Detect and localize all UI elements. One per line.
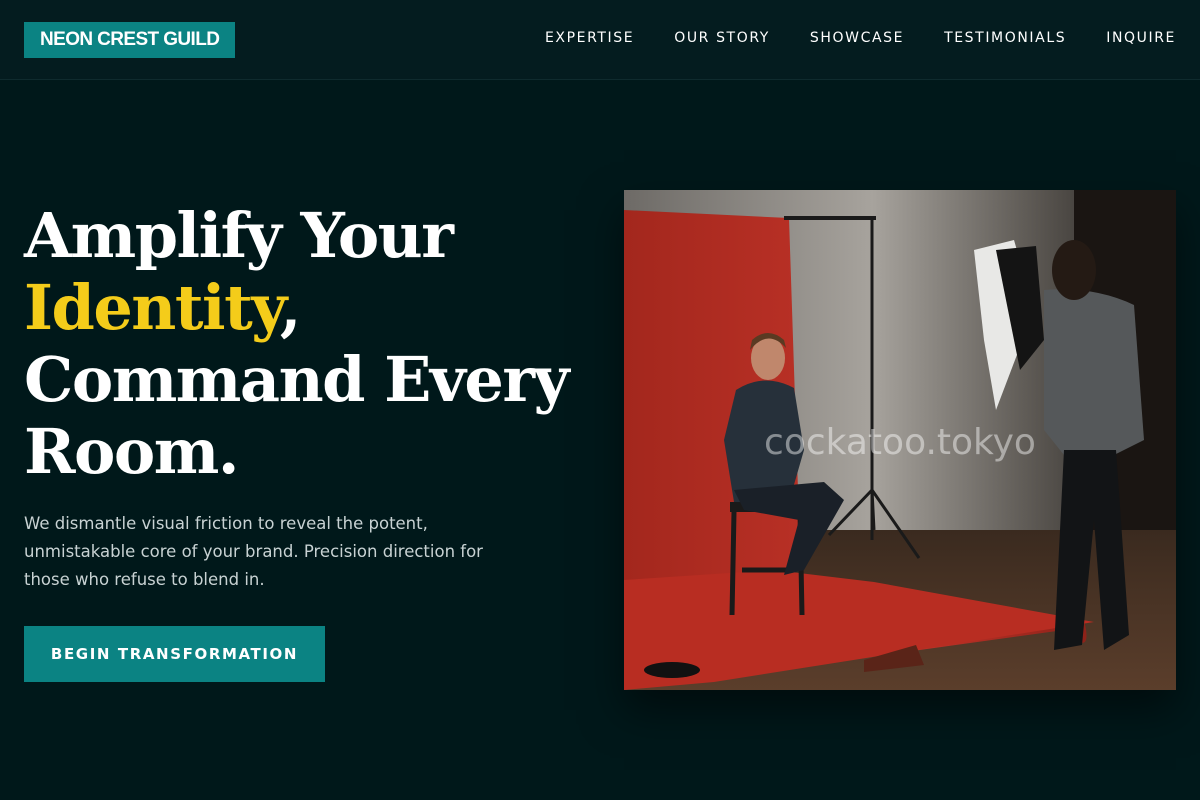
main-nav: EXPERTISE OUR STORY SHOWCASE TESTIMONIAL…	[545, 28, 1176, 48]
begin-transformation-button[interactable]: BEGIN TRANSFORMATION	[24, 626, 325, 682]
nav-link-expertise[interactable]: EXPERTISE	[545, 28, 634, 48]
hero-title-line3: Command Every	[24, 343, 570, 416]
hero-title-accent: Identity	[24, 271, 281, 344]
hero-photo: cockatoo.tokyo	[624, 190, 1176, 690]
hero-title-line1: Amplify Your	[24, 199, 454, 272]
floor-disc	[644, 662, 700, 678]
photo-watermark: cockatoo.tokyo	[764, 422, 1036, 463]
hero-title-comma: ,	[279, 271, 302, 344]
hero-title-line4: Room.	[24, 415, 239, 488]
brand-logo[interactable]: NEON CREST GUILD	[24, 22, 236, 58]
nav-link-our-story[interactable]: OUR STORY	[674, 28, 770, 48]
nav-link-testimonials[interactable]: TESTIMONIALS	[944, 28, 1066, 48]
top-navigation-bar: NEON CREST GUILD EXPERTISE OUR STORY SHO…	[0, 0, 1200, 80]
nav-link-showcase[interactable]: SHOWCASE	[810, 28, 904, 48]
hero-title: Amplify Your Identity, Command Every Room.	[24, 200, 604, 488]
hero-description: We dismantle visual friction to reveal t…	[24, 514, 483, 589]
photographer-head	[1052, 240, 1096, 300]
nav-link-inquire[interactable]: INQUIRE	[1106, 28, 1176, 48]
